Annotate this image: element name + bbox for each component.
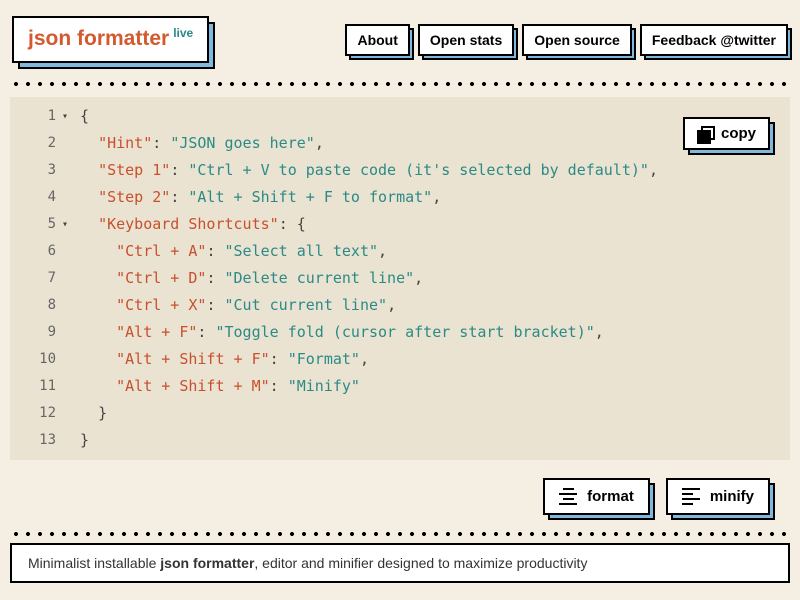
code-line[interactable]: "Step 1": "Ctrl + V to paste code (it's … (80, 157, 790, 184)
line-number: 11 (10, 373, 66, 400)
about-button[interactable]: About (345, 24, 409, 56)
minify-label: minify (710, 488, 754, 505)
divider (10, 531, 790, 537)
code-line[interactable]: "Keyboard Shortcuts": { (80, 211, 790, 238)
format-icon (559, 488, 577, 505)
code-content[interactable]: { "Hint": "JSON goes here", "Step 1": "C… (74, 97, 790, 460)
top-nav: About Open stats Open source Feedback @t… (345, 24, 788, 56)
app-logo[interactable]: json formatter live (12, 16, 209, 63)
minify-button[interactable]: minify (666, 478, 770, 515)
code-line[interactable]: "Step 2": "Alt + Shift + F to format", (80, 184, 790, 211)
code-line[interactable]: } (80, 400, 790, 427)
code-line[interactable]: "Ctrl + X": "Cut current line", (80, 292, 790, 319)
line-number: 3 (10, 157, 66, 184)
logo-badge: live (173, 26, 193, 40)
line-number: 7 (10, 265, 66, 292)
copy-label: copy (721, 125, 756, 142)
code-line[interactable]: "Alt + Shift + M": "Minify" (80, 373, 790, 400)
line-number: 13 (10, 427, 66, 454)
open-stats-button[interactable]: Open stats (418, 24, 514, 56)
code-line[interactable]: "Alt + F": "Toggle fold (cursor after st… (80, 319, 790, 346)
line-number: 1▾ (10, 103, 66, 130)
line-number: 9 (10, 319, 66, 346)
format-label: format (587, 488, 634, 505)
code-line[interactable]: "Ctrl + D": "Delete current line", (80, 265, 790, 292)
minify-icon (682, 488, 700, 505)
logo-text: json formatter (28, 27, 169, 50)
copy-icon (697, 126, 713, 142)
line-number: 6 (10, 238, 66, 265)
line-number: 5▾ (10, 211, 66, 238)
footer-description: Minimalist installable json formatter, e… (10, 543, 790, 583)
format-button[interactable]: format (543, 478, 650, 515)
feedback-button[interactable]: Feedback @twitter (640, 24, 788, 56)
line-number: 10 (10, 346, 66, 373)
code-line[interactable]: "Alt + Shift + F": "Format", (80, 346, 790, 373)
fold-toggle-icon[interactable]: ▾ (62, 103, 68, 130)
line-gutter: 1▾2345▾678910111213 (10, 97, 74, 460)
code-line[interactable]: } (80, 427, 790, 454)
json-editor[interactable]: 1▾2345▾678910111213 { "Hint": "JSON goes… (10, 97, 790, 460)
line-number: 12 (10, 400, 66, 427)
line-number: 2 (10, 130, 66, 157)
code-line[interactable]: "Ctrl + A": "Select all text", (80, 238, 790, 265)
copy-button[interactable]: copy (683, 117, 770, 150)
line-number: 8 (10, 292, 66, 319)
fold-toggle-icon[interactable]: ▾ (62, 211, 68, 238)
open-source-button[interactable]: Open source (522, 24, 632, 56)
line-number: 4 (10, 184, 66, 211)
